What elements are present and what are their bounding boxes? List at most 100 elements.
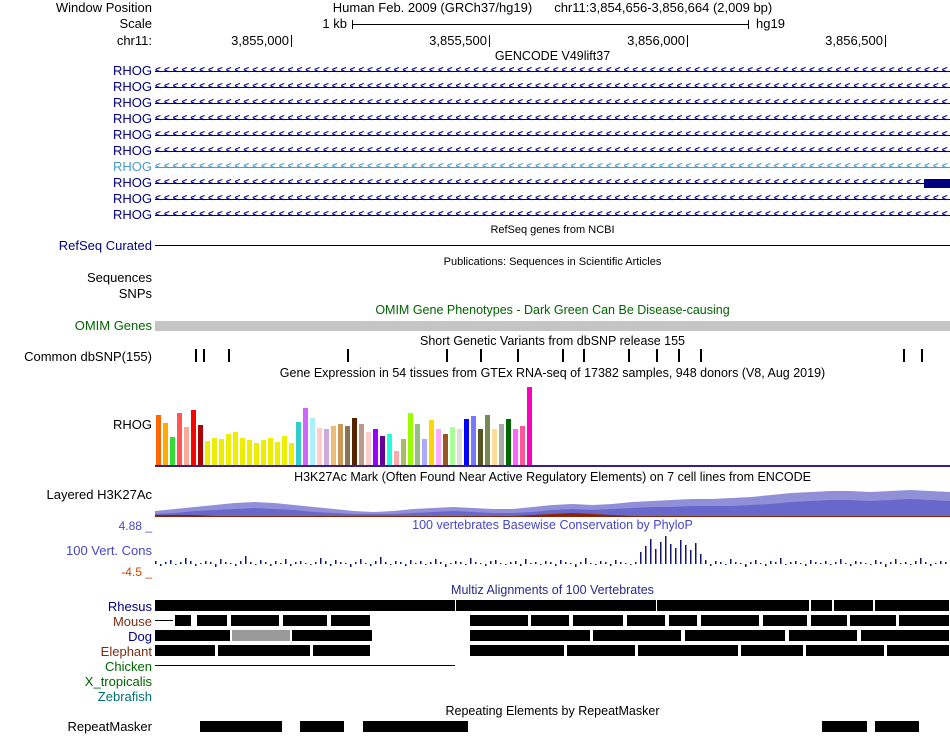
alignment-segment[interactable] [232,630,290,641]
dbsnp-track-label[interactable]: Common dbSNP(155) [0,348,155,365]
gtex-tissue-bar[interactable] [366,432,371,465]
gene-model[interactable]: <<<<<<<<<<<<<<<<<<<<<<<<<<<<<<<<<<<<<<<<… [155,111,950,127]
gtex-tissue-bar[interactable] [408,413,413,465]
gtex-tissue-bar[interactable] [233,432,238,465]
gene-label[interactable]: RHOG [0,159,155,175]
gtex-tissue-bar[interactable] [499,424,504,465]
alignment-segment[interactable] [811,615,847,626]
alignment-track[interactable] [155,599,950,614]
alignment-track[interactable] [155,674,950,689]
snp-variant-tick[interactable] [678,349,680,362]
phylop-track-label[interactable]: 100 Vert. Cons [66,543,152,558]
repeat-element[interactable] [300,721,344,732]
refseq-track[interactable] [155,238,950,254]
alignment-segment[interactable] [685,630,785,641]
alignment-segment[interactable] [292,630,372,641]
gtex-chart[interactable] [155,382,950,467]
gtex-tissue-bar[interactable] [436,429,441,465]
alignment-segment[interactable] [231,615,279,626]
alignment-segment[interactable] [155,645,215,656]
gtex-tissue-bar[interactable] [485,415,490,465]
gene-model[interactable]: <<<<<<<<<<<<<<<<<<<<<<<<<<<<<<<<<<<<<<<<… [155,159,950,175]
gene-label[interactable]: RHOG [0,79,155,95]
gtex-tissue-bar[interactable] [394,451,399,465]
repeat-element[interactable] [200,721,282,732]
gtex-tissue-bar[interactable] [513,429,518,465]
alignment-segment[interactable] [573,615,623,626]
gtex-tissue-bar[interactable] [415,424,420,465]
gene-label[interactable]: RHOG [0,143,155,159]
gtex-tissue-bar[interactable] [240,438,245,465]
gtex-tissue-bar[interactable] [191,410,196,465]
gtex-tissue-bar[interactable] [345,426,350,465]
snp-variant-tick[interactable] [228,349,230,362]
snp-variant-tick[interactable] [700,349,702,362]
gtex-tissue-bar[interactable] [289,443,294,465]
alignment-segment[interactable] [470,630,590,641]
alignment-segment[interactable] [627,615,665,626]
alignment-track[interactable] [155,629,950,644]
alignment-segment[interactable] [861,630,949,641]
alignment-segment[interactable] [175,615,191,626]
alignment-segment[interactable] [657,600,809,611]
alignment-segment[interactable] [701,615,759,626]
gtex-tissue-bar[interactable] [359,424,364,465]
gene-model[interactable]: <<<<<<<<<<<<<<<<<<<<<<<<<<<<<<<<<<<<<<<<… [155,207,950,223]
alignment-track[interactable] [155,614,950,629]
snp-variant-tick[interactable] [446,349,448,362]
gtex-tissue-bar[interactable] [296,422,301,465]
alignment-segment[interactable] [197,615,227,626]
gtex-tissue-bar[interactable] [492,429,497,465]
snps-track[interactable] [155,286,950,302]
gtex-tissue-bar[interactable] [471,416,476,465]
gtex-tissue-bar[interactable] [352,418,357,465]
gene-model[interactable]: <<<<<<<<<<<<<<<<<<<<<<<<<<<<<<<<<<<<<<<<… [155,191,950,207]
alignment-segment[interactable] [834,600,873,611]
gtex-tissue-bar[interactable] [310,418,315,465]
repeatmasker-track-label[interactable]: RepeatMasker [0,719,155,735]
species-label[interactable]: Elephant [0,644,155,659]
gtex-tissue-bar[interactable] [163,423,168,465]
alignment-segment[interactable] [456,600,656,611]
gene-model[interactable]: <<<<<<<<<<<<<<<<<<<<<<<<<<<<<<<<<<<<<<<<… [155,63,950,79]
alignment-segment[interactable] [283,615,327,626]
species-label[interactable]: Rhesus [0,599,155,614]
gtex-tissue-bar[interactable] [506,419,511,465]
alignment-segment[interactable] [313,645,370,656]
snps-track-label[interactable]: SNPs [0,286,155,302]
phylop-content[interactable]: 100 vertebrates Basewise Conservation by… [155,517,950,581]
gtex-tissue-bar[interactable] [268,438,273,465]
alignment-segment[interactable] [155,630,230,641]
h3k27ac-track-label[interactable]: Layered H3K27Ac [0,487,155,517]
alignment-segment[interactable] [567,645,635,656]
alignment-segment[interactable] [669,615,697,626]
gtex-tissue-bar[interactable] [219,439,224,465]
gtex-gene-label[interactable]: RHOG [0,382,155,467]
gtex-tissue-bar[interactable] [205,441,210,465]
gene-model[interactable]: <<<<<<<<<<<<<<<<<<<<<<<<<<<<<<<<<<<<<<<<… [155,127,950,143]
species-label[interactable]: Dog [0,629,155,644]
gtex-tissue-bar[interactable] [401,439,406,465]
gtex-tissue-bar[interactable] [450,427,455,465]
species-label[interactable]: Mouse [0,614,155,629]
alignment-segment[interactable] [155,600,455,611]
repeat-element[interactable] [363,721,468,732]
gene-label[interactable]: RHOG [0,207,155,223]
gtex-tissue-bar[interactable] [261,440,266,465]
alignment-segment[interactable] [593,630,681,641]
omim-track-label[interactable]: OMIM Genes [0,318,155,334]
alignment-segment[interactable] [531,615,569,626]
gtex-tissue-bar[interactable] [170,437,175,465]
alignment-segment[interactable] [470,645,564,656]
gtex-tissue-bar[interactable] [282,436,287,465]
species-label[interactable]: Zebrafish [0,689,155,704]
alignment-track[interactable] [155,644,950,659]
gene-label[interactable]: RHOG [0,127,155,143]
gene-label[interactable]: RHOG [0,175,155,191]
alignment-segment[interactable] [470,615,528,626]
snp-variant-tick[interactable] [203,349,205,362]
gtex-tissue-bar[interactable] [226,434,231,465]
alignment-segment[interactable] [155,620,173,621]
alignment-segment[interactable] [331,615,370,626]
alignment-segment[interactable] [789,630,857,641]
